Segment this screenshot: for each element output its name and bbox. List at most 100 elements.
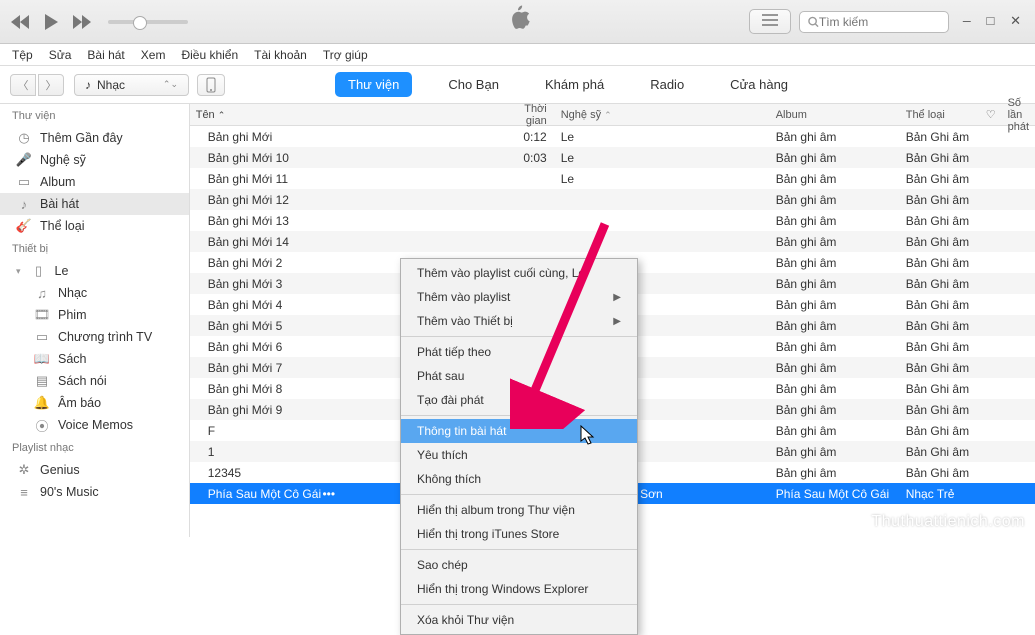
cell-genre: Bản Ghi âm xyxy=(900,466,980,480)
tab-radio[interactable]: Radio xyxy=(640,73,694,96)
forward-button[interactable]: 〉 xyxy=(38,74,64,96)
menu-tài khoản[interactable]: Tài khoản xyxy=(254,48,307,62)
col-heart[interactable]: ♡ xyxy=(980,108,1002,121)
cell-album: Phía Sau Một Cô Gái xyxy=(770,487,900,501)
ctx-label: Phát sau xyxy=(417,369,464,383)
ctx-hi-n-th-trong-itunes-store[interactable]: Hiển thị trong iTunes Store xyxy=(401,522,637,546)
ctx-label: Hiển thị album trong Thư viện xyxy=(417,503,575,517)
cell-genre: Bản Ghi âm xyxy=(900,277,980,291)
cell-name: Bản ghi Mới xyxy=(190,130,500,144)
sidebar-item-nh-c[interactable]: ♫Nhạc xyxy=(0,282,189,304)
sidebar-item-genius[interactable]: ✲Genius xyxy=(0,459,189,481)
phone-icon xyxy=(206,77,216,93)
cell-genre: Bản Ghi âm xyxy=(900,319,980,333)
album-icon: ▭ xyxy=(16,174,32,190)
ctx-t-o-i-ph-t[interactable]: Tạo đài phát xyxy=(401,388,637,412)
ctx-label: Thêm vào playlist cuối cùng, Le xyxy=(417,266,585,280)
ctx-th-m-v-o-thi-t-b-[interactable]: Thêm vào Thiết bị ▶ xyxy=(401,309,637,333)
cell-genre: Bản Ghi âm xyxy=(900,298,980,312)
volume-slider[interactable] xyxy=(108,20,188,24)
watermark: Thuthuattienich.com xyxy=(871,513,1025,531)
table-row[interactable]: Bản ghi Mới 13Bản ghi âmBản Ghi âm xyxy=(190,210,1035,231)
ctx-kh-ng-th-ch[interactable]: Không thích xyxy=(401,467,637,491)
sidebar-item-90-s-music[interactable]: ≡90's Music xyxy=(0,481,189,503)
ctx-th-m-v-o-playlist[interactable]: Thêm vào playlist▶ xyxy=(401,285,637,309)
search-input[interactable] xyxy=(819,15,940,29)
media-picker[interactable]: ♪Nhạc ⌃⌄ xyxy=(74,74,189,96)
ctx-y-u-th-ch[interactable]: Yêu thích xyxy=(401,443,637,467)
ctx-ph-t-sau[interactable]: Phát sau xyxy=(401,364,637,388)
menu-separator xyxy=(401,336,637,337)
table-row[interactable]: Bản ghi Mới 11LeBản ghi âmBản Ghi âm xyxy=(190,168,1035,189)
menu-separator xyxy=(401,494,637,495)
tv-icon: ▭ xyxy=(34,329,50,345)
ctx-th-m-v-o-playlist-cu-i-c-ng-le[interactable]: Thêm vào playlist cuối cùng, Le xyxy=(401,261,637,285)
menu-điều khiển[interactable]: Điều khiển xyxy=(181,48,238,62)
tab-cửa-hàng[interactable]: Cửa hàng xyxy=(720,73,798,96)
tab-thư-viện[interactable]: Thư viện xyxy=(335,72,412,97)
cell-name: Bản ghi Mới 14 xyxy=(190,235,500,249)
ctx-hi-n-th-album-trong-th-vi-n[interactable]: Hiển thị album trong Thư viện xyxy=(401,498,637,522)
cell-genre: Nhạc Trẻ xyxy=(900,487,980,501)
sidebar-item-label: Thêm Gần đây xyxy=(40,131,123,145)
sidebar-item-label: Le xyxy=(55,264,69,278)
sidebar-item-th-lo-i[interactable]: 🎸Thể loại xyxy=(0,215,189,237)
ctx-x-a-kh-i-th-vi-n[interactable]: Xóa khỏi Thư viện xyxy=(401,608,637,632)
col-time[interactable]: Thời gian xyxy=(500,103,555,127)
table-row[interactable]: Bản ghi Mới 12Bản ghi âmBản Ghi âm xyxy=(190,189,1035,210)
cell-name: Bản ghi Mới 11 xyxy=(190,172,500,186)
col-artist[interactable]: Nghệ sỹ ⌃ xyxy=(555,109,770,121)
menu-tệp[interactable]: Tệp xyxy=(12,48,33,62)
menu-trợ giúp[interactable]: Trợ giúp xyxy=(323,48,368,62)
sidebar-item-le[interactable]: ▾▯Le xyxy=(0,260,189,282)
ctx-th-ng-tin-b-i-h-t[interactable]: Thông tin bài hát xyxy=(401,419,637,443)
cell-genre: Bản Ghi âm xyxy=(900,193,980,207)
device-button[interactable] xyxy=(197,74,225,96)
sidebar-item-label: Nhạc xyxy=(58,286,87,300)
media-picker-label: Nhạc xyxy=(97,78,125,92)
sidebar-item-ch-ng-tr-nh-tv[interactable]: ▭Chương trình TV xyxy=(0,326,189,348)
col-album[interactable]: Album xyxy=(770,109,900,121)
play-button[interactable] xyxy=(40,11,62,33)
sidebar-item--m-b-o[interactable]: 🔔Âm báo xyxy=(0,392,189,414)
sidebar-item-b-i-h-t[interactable]: ♪Bài hát xyxy=(0,193,189,215)
tab-khám-phá[interactable]: Khám phá xyxy=(535,73,614,96)
tab-cho-bạn[interactable]: Cho Bạn xyxy=(438,73,509,96)
ctx-label: Thêm vào Thiết bị xyxy=(417,314,513,328)
ctx-hi-n-th-trong-windows-explorer[interactable]: Hiển thị trong Windows Explorer xyxy=(401,577,637,601)
sidebar-item-ngh-s-[interactable]: 🎤Nghệ sỹ xyxy=(0,149,189,171)
sidebar: Thư viện◷Thêm Gần đây🎤Nghệ sỹ▭Album♪Bài … xyxy=(0,104,190,537)
ctx-sao-ch-p[interactable]: Sao chép xyxy=(401,553,637,577)
menu-bài hát[interactable]: Bài hát xyxy=(87,48,124,62)
prev-button[interactable] xyxy=(10,12,30,32)
table-row[interactable]: Bản ghi Mới 100:03LeBản ghi âmBản Ghi âm xyxy=(190,147,1035,168)
list-view-button[interactable] xyxy=(749,9,791,34)
table-row[interactable]: Bản ghi Mới 14Bản ghi âmBản Ghi âm xyxy=(190,231,1035,252)
note-icon: ♪ xyxy=(16,196,32,212)
cell-artist: Le xyxy=(555,130,770,144)
cell-time: 0:12 xyxy=(500,130,555,144)
sidebar-item-album[interactable]: ▭Album xyxy=(0,171,189,193)
cell-genre: Bản Ghi âm xyxy=(900,445,980,459)
cell-genre: Bản Ghi âm xyxy=(900,235,980,249)
search-field[interactable] xyxy=(799,11,949,33)
menu-xem[interactable]: Xem xyxy=(141,48,166,62)
sidebar-item-s-ch[interactable]: 📖Sách xyxy=(0,348,189,370)
sidebar-item-voice-memos[interactable]: ⦿Voice Memos xyxy=(0,414,189,436)
col-name[interactable]: Tên ⌃ xyxy=(190,109,500,121)
next-button[interactable] xyxy=(72,12,92,32)
cell-name: Bản ghi Mới 10 xyxy=(190,151,500,165)
col-genre[interactable]: Thể loại xyxy=(900,109,980,121)
sidebar-item-th-m-g-n-y[interactable]: ◷Thêm Gần đây xyxy=(0,127,189,149)
back-button[interactable]: 〈 xyxy=(10,74,36,96)
window-controls[interactable]: — □ ✕ xyxy=(963,14,1025,29)
sidebar-item-label: Phim xyxy=(58,308,86,322)
sidebar-item-phim[interactable]: 🎞Phim xyxy=(0,304,189,326)
submenu-arrow-icon: ▶ xyxy=(613,316,621,327)
top-toolbar: — □ ✕ xyxy=(0,0,1035,44)
cell-album: Bản ghi âm xyxy=(770,445,900,459)
table-row[interactable]: Bản ghi Mới0:12LeBản ghi âmBản Ghi âm xyxy=(190,126,1035,147)
sidebar-item-s-ch-n-i[interactable]: ▤Sách nói xyxy=(0,370,189,392)
menu-sửa[interactable]: Sửa xyxy=(49,48,72,62)
ctx-ph-t-ti-p-theo[interactable]: Phát tiếp theo xyxy=(401,340,637,364)
